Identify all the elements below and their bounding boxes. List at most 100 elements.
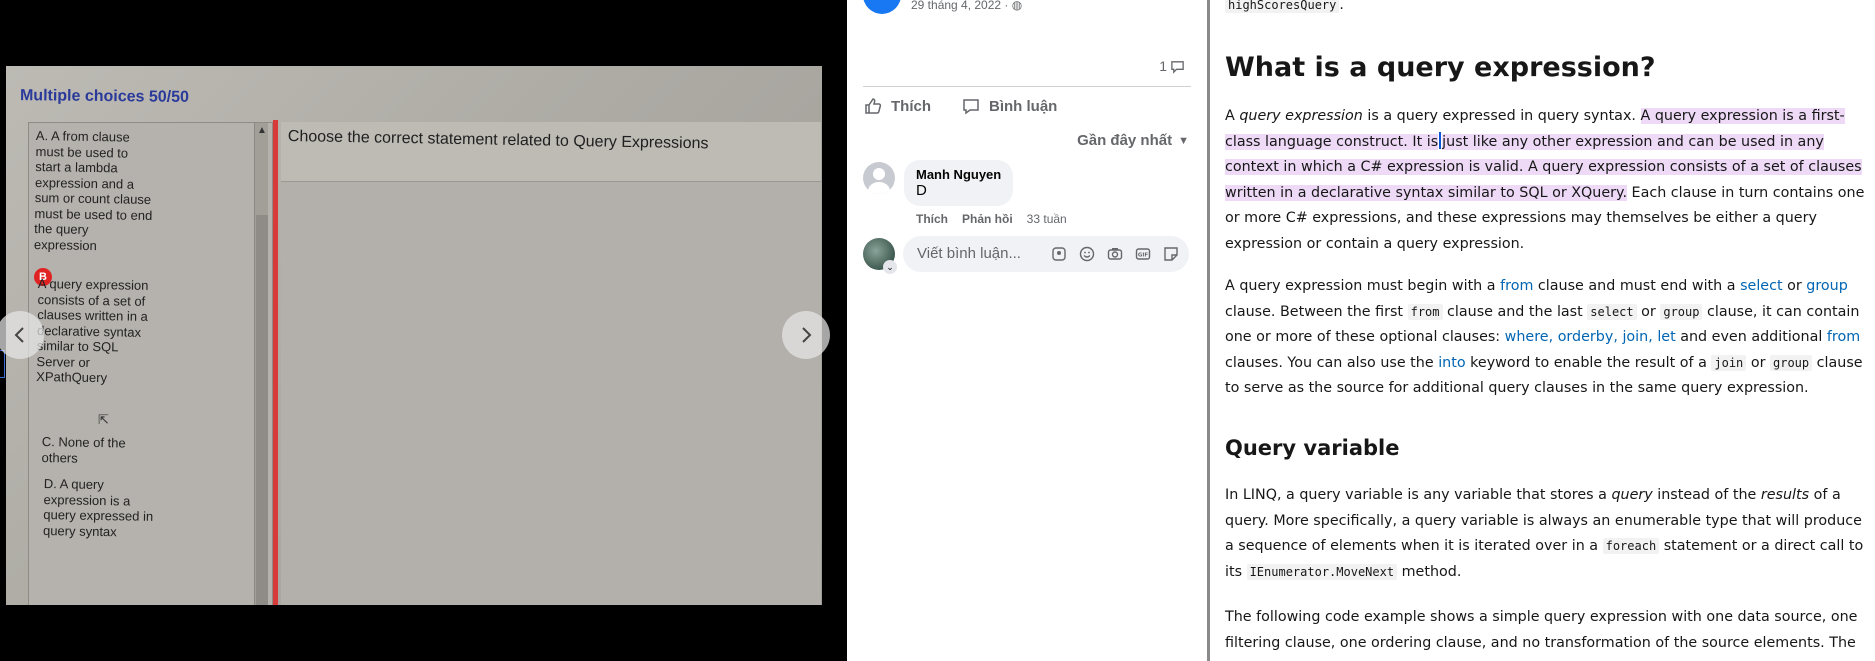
comment-icon (963, 99, 979, 115)
emphasis: query expression (1239, 108, 1363, 124)
text: or (1636, 303, 1661, 320)
text: clauses. You can also use the (1225, 354, 1439, 371)
text: instead of the (1652, 487, 1761, 503)
text: or (1782, 278, 1807, 294)
comment-meta: Thích Phản hồi 33 tuần (916, 212, 1067, 226)
like-label: Thích (891, 97, 931, 115)
code-group: group (1770, 354, 1813, 371)
comment-label: Bình luận (989, 97, 1058, 115)
code-select: select (1587, 303, 1637, 320)
link-orderby[interactable]: orderby (1558, 329, 1614, 345)
link-into[interactable]: into (1438, 355, 1465, 371)
chevron-right-icon (802, 327, 812, 343)
like-button[interactable]: Thích (863, 96, 931, 116)
photo-heading: Multiple choices 50/50 (19, 87, 190, 106)
divider (863, 86, 1191, 87)
post-date-text: 29 tháng 4, 2022 · (911, 0, 1012, 12)
sort-dropdown[interactable]: Gần đây nhất ▼ (1077, 132, 1189, 149)
option-c: C. None of the others (41, 434, 126, 466)
link-separator: , (1548, 329, 1558, 346)
comment-button[interactable]: Bình luận (961, 96, 1057, 116)
chevron-left-icon (14, 327, 24, 343)
text: is a query expressed in query syntax. (1362, 108, 1641, 124)
text: A (1225, 108, 1240, 124)
code-movenext: IEnumerator.MoveNext (1246, 563, 1398, 580)
chevron-down-icon[interactable]: ⌄ (883, 260, 897, 274)
paragraph-clauses: A query expression must begin with a fro… (1225, 274, 1870, 402)
globe-icon: ◍ (1011, 0, 1023, 12)
comment-composer: GIF (903, 236, 1189, 272)
comment-like-link[interactable]: Thích (916, 212, 948, 226)
svg-text:GIF: GIF (1138, 253, 1149, 259)
text: clause and the last (1442, 303, 1588, 320)
emphasis: query (1611, 487, 1653, 503)
comment-count-value: 1 (1159, 58, 1167, 74)
comment-input[interactable] (917, 245, 1047, 262)
text: clause. Between the first (1225, 303, 1408, 320)
paragraph-code-example-intro: The following code example shows a simpl… (1225, 609, 1858, 651)
text: clause and must end with a (1533, 278, 1741, 294)
docs-article: highScoresQuery. What is a query express… (1210, 0, 1875, 661)
text-caret (1439, 131, 1442, 149)
page-avatar[interactable] (863, 0, 901, 14)
code-group: group (1660, 303, 1703, 320)
caret-down-icon: ▼ (1178, 134, 1189, 147)
thumbs-up-icon (865, 98, 882, 114)
gif-icon[interactable]: GIF (1133, 245, 1153, 263)
exam-photo: Multiple choices 50/50 ▲ Choose the corr… (6, 66, 822, 605)
text: In LINQ, a query variable is any variabl… (1225, 487, 1612, 503)
comments-panel: 29 tháng 4, 2022 · ◍ 1 Thích Bình luận G… (847, 0, 1207, 661)
avatar-sticker-icon[interactable] (1049, 245, 1069, 263)
text: A query expression must begin with a (1225, 278, 1501, 294)
comment-tools: GIF (1049, 245, 1181, 263)
code-highscoresquery: highScoresQuery (1225, 0, 1340, 13)
sort-label: Gần đây nhất (1077, 132, 1173, 149)
comment-text: D (916, 182, 927, 199)
link-where[interactable]: where (1505, 329, 1549, 345)
commenter-avatar[interactable] (863, 162, 895, 194)
divider-line (273, 120, 278, 605)
emphasis: results (1760, 487, 1810, 503)
sticker-icon[interactable] (1161, 245, 1181, 263)
code-foreach: foreach (1602, 538, 1660, 555)
link-from[interactable]: from (1827, 329, 1860, 345)
link-group[interactable]: group (1806, 278, 1848, 294)
option-a: A. A from clause must be used to start a… (33, 128, 153, 253)
text: method. (1397, 563, 1462, 580)
link-separator: , (1648, 329, 1658, 346)
link-select[interactable]: select (1740, 278, 1782, 294)
heading-what-is-query-expression: What is a query expression? (1225, 52, 1656, 83)
text: keyword to enable the result of a (1465, 354, 1712, 371)
link-let[interactable]: let (1657, 329, 1675, 345)
comment-author[interactable]: Manh Nguyen (916, 167, 1001, 182)
comment-count[interactable]: 1 (1159, 58, 1185, 74)
camera-icon[interactable] (1105, 245, 1125, 263)
comment-bubble-icon (1171, 60, 1184, 74)
emoji-icon[interactable] (1077, 245, 1097, 263)
code-from: from (1407, 303, 1443, 320)
scroll-up-icon: ▲ (257, 125, 267, 136)
question-panel (281, 122, 821, 605)
scroll-thumb (256, 215, 268, 605)
heading-query-variable: Query variable (1225, 436, 1400, 460)
paragraph-query-expression: A query expression is a query expressed … (1225, 104, 1870, 258)
link-from[interactable]: from (1500, 278, 1533, 294)
edge-marker (0, 350, 5, 378)
next-photo-button[interactable] (782, 311, 830, 359)
comment-time[interactable]: 33 tuần (1027, 212, 1067, 226)
comment-reply-link[interactable]: Phản hồi (962, 212, 1013, 226)
top-code-ref: highScoresQuery. (1225, 0, 1344, 13)
post-date[interactable]: 29 tháng 4, 2022 · ◍ (911, 0, 1022, 12)
option-d: D. A query expression is a query express… (42, 476, 154, 539)
code-join: join (1711, 354, 1747, 371)
options-scrollbar: ▲ (254, 123, 268, 605)
text: and even additional (1675, 329, 1827, 346)
link-join[interactable]: join (1622, 329, 1648, 345)
mouse-cursor-icon: ⇱ (98, 412, 109, 427)
option-b: A query expression consists of a set of … (36, 276, 149, 386)
comment-bubble: Manh Nguyen D (904, 160, 1014, 206)
text: or (1746, 354, 1770, 371)
post-actions: Thích Bình luận (863, 96, 1057, 116)
paragraph-query-variable: In LINQ, a query variable is any variabl… (1225, 483, 1870, 585)
photo-viewer: Multiple choices 50/50 ▲ Choose the corr… (0, 0, 847, 661)
